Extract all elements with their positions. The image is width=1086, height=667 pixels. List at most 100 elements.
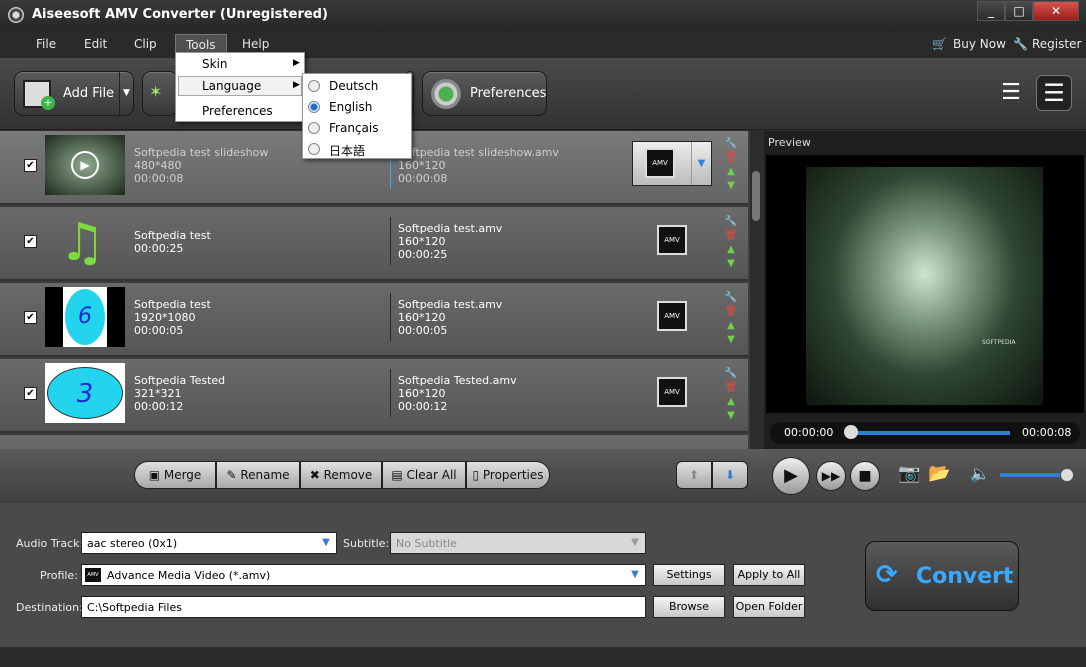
scrollbar-thumb[interactable] [752,171,760,221]
stop-button[interactable]: ■ [850,461,880,491]
language-deutsch[interactable]: Deutsch [329,79,378,93]
remove-button[interactable]: ✖ Remove [300,461,382,489]
move-down-icon[interactable]: ▼ [724,257,738,271]
language-japanese[interactable]: 日本語 [329,142,365,159]
source-duration: 00:00:25 [134,242,184,255]
move-down-button[interactable]: ⬇ [712,461,748,489]
clear-all-button[interactable]: ▤ Clear All [382,461,466,489]
menu-item-language[interactable]: Language [202,79,261,93]
volume-handle[interactable] [1060,468,1074,482]
subtitle-label: Subtitle: [343,537,390,550]
minimize-button[interactable]: _ [977,1,1005,21]
menu-item-preferences[interactable]: Preferences [202,104,273,118]
audio-track-select[interactable]: aac stereo (0x1) ▼ [81,532,337,554]
merge-button[interactable]: ▣ Merge [134,461,216,489]
menu-item-skin[interactable]: Skin [202,57,228,71]
rename-button[interactable]: ✎ Rename [216,461,300,489]
play-button[interactable]: ▶ [772,457,810,495]
edit-wrench-icon[interactable]: 🔧 [724,367,738,381]
edit-effects-button[interactable]: ✶ [142,71,178,116]
item-checkbox[interactable]: ✔ [24,159,37,172]
source-duration: 00:00:12 [134,400,184,413]
move-up-icon[interactable]: ▲ [724,395,738,409]
camera-icon[interactable]: 📷 [898,463,920,484]
list-item[interactable]: ✔ 6 Softpedia test 1920*1080 00:00:05 So… [0,283,748,357]
menu-edit[interactable]: Edit [84,37,107,51]
subtitle-select[interactable]: No Subtitle ▼ [390,532,646,554]
amv-format-icon[interactable]: AMV [657,301,687,331]
item-checkbox[interactable]: ✔ [24,311,37,324]
chevron-down-icon: ▼ [631,537,639,548]
list-item[interactable] [0,435,748,449]
menu-help[interactable]: Help [242,37,269,51]
buy-now-link[interactable]: Buy Now [953,37,1006,51]
language-francais[interactable]: Français [329,121,378,135]
move-down-icon[interactable]: ▼ [724,409,738,423]
detail-view-icon[interactable]: ☰ [1036,75,1072,111]
radio-francais[interactable] [308,122,320,134]
radio-english[interactable] [308,101,320,113]
list-scrollbar[interactable] [750,131,762,449]
trash-icon[interactable]: 🗑 [724,151,738,165]
move-up-icon[interactable]: ▲ [724,319,738,333]
move-up-icon[interactable]: ▲ [724,165,738,179]
progress-track[interactable] [854,431,1010,435]
move-down-icon[interactable]: ▼ [724,179,738,193]
profile-select[interactable]: AMV Advance Media Video (*.amv) ▼ [81,564,646,586]
close-button[interactable]: ✕ [1033,1,1079,21]
edit-wrench-icon[interactable]: 🔧 [724,291,738,305]
move-down-icon[interactable]: ▼ [724,333,738,347]
time-total: 00:00:08 [1022,426,1072,439]
output-name: Softpedia test.amv [398,222,503,235]
language-english[interactable]: English [329,100,372,114]
move-up-button[interactable]: ⬆ [676,461,712,489]
output-resolution: 160*120 [398,387,446,400]
fast-forward-button[interactable]: ▶▶ [816,461,846,491]
trash-icon[interactable]: 🗑 [724,381,738,395]
row-actions: 🔧 🗑 ▲ ▼ [724,215,738,271]
item-checkbox[interactable]: ✔ [24,387,37,400]
volume-slider[interactable] [1000,473,1066,477]
video-thumbnail: 6 [45,287,125,347]
time-bar: 00:00:00 00:00:08 [770,422,1080,444]
list-item[interactable]: ✔ ♫ Softpedia test 00:00:25 Softpedia te… [0,207,748,281]
trash-icon[interactable]: 🗑 [724,229,738,243]
maximize-button[interactable]: □ [1005,1,1033,21]
folder-icon[interactable]: 📂 [928,463,950,484]
source-resolution: 321*321 [134,387,182,400]
play-icon: ▶ [71,151,99,179]
audio-thumbnail: ♫ [45,211,125,273]
menu-clip[interactable]: Clip [134,37,157,51]
settings-button[interactable]: Settings [653,564,725,586]
list-view-icon[interactable]: ☰ [996,78,1026,108]
radio-japanese[interactable] [308,143,320,155]
browse-button[interactable]: Browse [653,596,725,618]
amv-format-icon[interactable]: AMV [657,377,687,407]
apply-to-all-button[interactable]: Apply to All [733,564,805,586]
trash-icon[interactable]: 🗑 [724,305,738,319]
add-file-dropdown-arrow[interactable]: ▼ [119,72,133,115]
volume-icon[interactable]: 🔈 [970,464,990,483]
thumb-number: 6 [65,289,105,345]
add-file-button[interactable]: + Add File ▼ [14,71,134,116]
properties-button[interactable]: ▯ Properties [466,461,550,489]
output-format-dropdown[interactable]: AMV ▼ [632,141,712,186]
progress-handle[interactable] [844,425,858,439]
edit-wrench-icon[interactable]: 🔧 [724,215,738,229]
register-link[interactable]: Register [1032,37,1081,51]
video-thumbnail: 3 [45,363,125,423]
radio-deutsch[interactable] [308,80,320,92]
list-item[interactable]: ✔ 3 Softpedia Tested 321*321 00:00:12 So… [0,359,748,433]
preferences-button[interactable]: Preferences [422,71,547,116]
move-up-icon[interactable]: ▲ [724,243,738,257]
row-actions: 🔧 🗑 ▲ ▼ [724,367,738,423]
item-checkbox[interactable]: ✔ [24,235,37,248]
menu-file[interactable]: File [36,37,56,51]
open-folder-button[interactable]: Open Folder [733,596,805,618]
submenu-arrow-icon: ▶ [293,58,300,68]
destination-input[interactable]: C:\Softpedia Files [81,596,646,618]
convert-button[interactable]: ⟳ Convert [865,541,1019,611]
amv-format-icon[interactable]: AMV [657,225,687,255]
edit-wrench-icon[interactable]: 🔧 [724,137,738,151]
convert-label: Convert [916,564,1014,589]
